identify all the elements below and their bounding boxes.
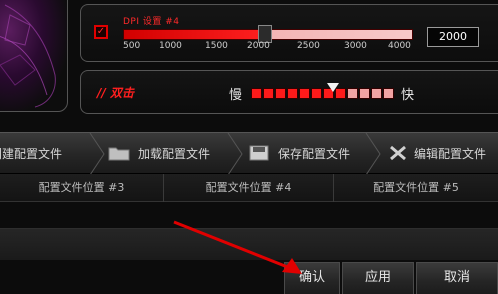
speed-segment (275, 88, 286, 99)
dpi-tick: 1500 (205, 41, 228, 51)
mouse-preview-image (0, 0, 68, 112)
toolbar-separator (227, 133, 243, 175)
speed-segment (347, 88, 358, 99)
load-profile-button[interactable]: 加载配置文件 (138, 145, 210, 162)
dpi-tick: 4000 (388, 41, 411, 51)
save-icon (249, 145, 269, 161)
content-strip (0, 228, 498, 260)
speed-segment (287, 88, 298, 99)
cancel-button[interactable]: 取消 (416, 262, 498, 294)
speed-segment (311, 88, 322, 99)
profile-slots: 配置文件位置 #3 配置文件位置 #4 配置文件位置 #5 (0, 174, 498, 202)
dpi-tick-labels: 500 1000 1500 2000 2500 3000 4000 (123, 41, 423, 53)
profile-slot-3[interactable]: 配置文件位置 #3 (0, 174, 164, 202)
dpi-value-input[interactable]: 2000 (427, 27, 479, 47)
double-click-label: // 双击 (97, 86, 134, 100)
folder-icon (108, 147, 130, 161)
double-click-speed-thumb[interactable] (327, 83, 339, 92)
mouse-settings-window: ✓ DPI 设置 #4 500 1000 1500 2000 2500 3000… (0, 0, 498, 294)
profile-toolbar: 创建配置文件 加载配置文件 保存配置文件 编辑配置文件 (0, 132, 498, 175)
dpi-tick: 2500 (297, 41, 320, 51)
dpi-title: DPI 设置 #4 (123, 17, 180, 27)
toolbar-separator (89, 133, 105, 175)
double-click-speed-slider[interactable] (251, 88, 395, 99)
dpi-tick: 3000 (344, 41, 367, 51)
dpi-tick: 1000 (159, 41, 182, 51)
edit-profile-button[interactable]: 编辑配置文件 (414, 145, 486, 162)
apply-button[interactable]: 应用 (342, 262, 414, 294)
save-profile-button[interactable]: 保存配置文件 (278, 145, 350, 162)
speed-segment (251, 88, 262, 99)
profile-slot-5[interactable]: 配置文件位置 #5 (334, 174, 498, 202)
speed-segment (383, 88, 394, 99)
speed-segment (263, 88, 274, 99)
speed-segment (359, 88, 370, 99)
dpi-tick: 500 (123, 41, 141, 51)
dpi-enable-checkbox[interactable]: ✓ (94, 25, 108, 39)
ok-button[interactable]: 确认 (284, 262, 340, 294)
dpi-tick: 2000 (247, 41, 270, 51)
tools-icon (390, 145, 406, 161)
toolbar-separator (365, 133, 381, 175)
slow-label: 慢 (229, 88, 243, 103)
dpi-settings-panel: ✓ DPI 设置 #4 500 1000 1500 2000 2500 3000… (80, 4, 498, 62)
new-profile-button[interactable]: 创建配置文件 (0, 145, 62, 162)
profile-slot-4[interactable]: 配置文件位置 #4 (164, 174, 334, 202)
speed-segment (299, 88, 310, 99)
double-click-panel: // 双击 慢 快 (80, 70, 498, 114)
fast-label: 快 (401, 88, 415, 103)
speed-segment (371, 88, 382, 99)
